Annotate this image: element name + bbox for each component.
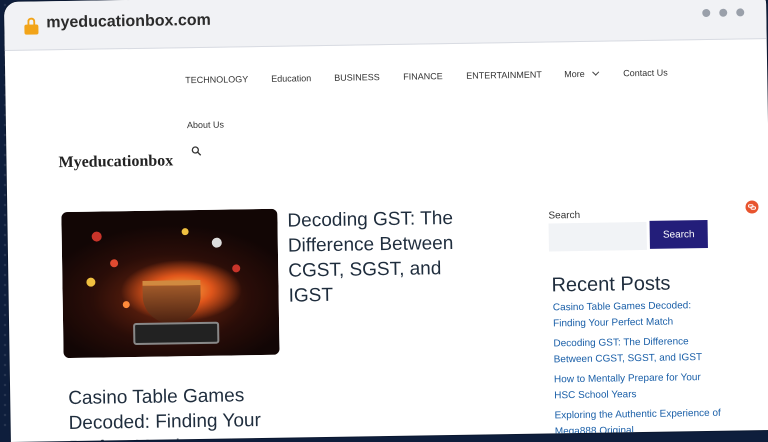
article-image[interactable]: [61, 208, 280, 359]
article-title[interactable]: Decoding GST: The Difference Between CGS…: [287, 205, 489, 308]
article-title[interactable]: Casino Table Games Decoded: Finding Your…: [68, 382, 299, 442]
nav-technology[interactable]: TECHNOLOGY: [185, 74, 248, 85]
nav-business[interactable]: BUSINESS: [334, 72, 380, 83]
recent-post-link[interactable]: Exploring the Authentic Experience of Me…: [554, 406, 724, 441]
window-controls: [702, 8, 745, 18]
lock-icon: [24, 17, 39, 35]
search-input[interactable]: [548, 221, 647, 252]
search-button[interactable]: Search: [649, 219, 708, 249]
recent-post-link[interactable]: Decoding GST: The Difference Between CGS…: [553, 334, 723, 369]
window-dot-icon[interactable]: [702, 8, 711, 18]
recent-post-link[interactable]: Casino Table Games Decoded: Finding Your…: [553, 298, 723, 333]
window-dot-icon[interactable]: [719, 8, 728, 17]
nav-more[interactable]: More: [564, 68, 599, 80]
nav-entertainment[interactable]: ENTERTAINMENT: [466, 70, 542, 81]
nav-finance[interactable]: FINANCE: [403, 71, 443, 82]
nav-about[interactable]: About Us: [187, 120, 224, 131]
nav-education[interactable]: Education: [271, 73, 311, 84]
window-dot-icon[interactable]: [736, 8, 745, 17]
site-logo[interactable]: Myeducationbox: [58, 152, 173, 172]
recent-post-link[interactable]: How to Mentally Prepare for Your HSC Sch…: [554, 370, 724, 405]
url-text[interactable]: myeducationbox.com: [46, 12, 211, 33]
web-page: TECHNOLOGY Education BUSINESS FINANCE EN…: [5, 39, 768, 442]
banner-text: GUESTPOSTLINKS: [748, 43, 765, 188]
chevron-down-icon: [591, 68, 599, 76]
link-icon: [745, 200, 759, 214]
search-label: Search: [548, 209, 581, 222]
nav-more-label: More: [564, 68, 585, 80]
nav-contact[interactable]: Contact Us: [623, 68, 668, 79]
search-icon[interactable]: [191, 146, 202, 156]
recent-posts-heading: Recent Posts: [551, 272, 671, 297]
browser-window: myeducationbox.com TECHNOLOGY Education …: [4, 0, 768, 442]
